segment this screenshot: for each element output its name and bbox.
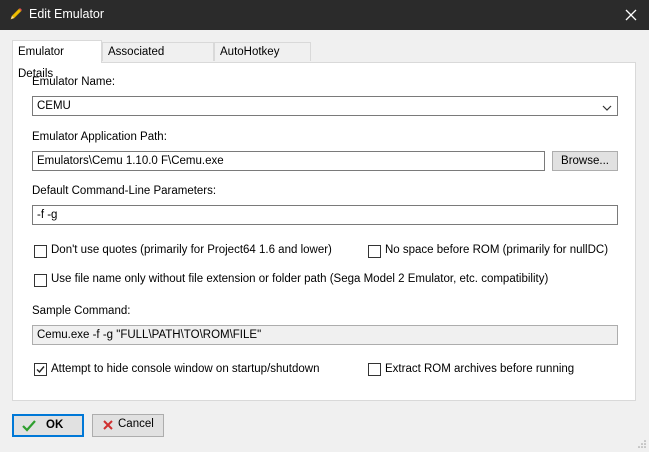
- emulator-name-value: CEMU: [37, 100, 71, 112]
- title-bar: Edit Emulator: [0, 0, 649, 30]
- browse-button-label: Browse...: [561, 155, 609, 167]
- chevron-down-icon[interactable]: [602, 101, 612, 111]
- sample-command-value: Cemu.exe -f -g "FULL\PATH\TO\ROM\FILE": [37, 329, 262, 341]
- params-input[interactable]: -f -g: [32, 205, 618, 225]
- hide-console-label: Attempt to hide console window on startu…: [51, 363, 320, 375]
- extract-rom-checkbox[interactable]: [368, 363, 381, 376]
- sample-command-field: Cemu.exe -f -g "FULL\PATH\TO\ROM\FILE": [32, 325, 618, 345]
- close-icon[interactable]: [621, 5, 641, 25]
- browse-button[interactable]: Browse...: [552, 151, 618, 171]
- file-name-only-checkbox[interactable]: [34, 274, 47, 287]
- app-path-value: Emulators\Cemu 1.10.0 F\Cemu.exe: [37, 155, 224, 167]
- cancel-button[interactable]: Cancel: [92, 414, 164, 437]
- params-label: Default Command-Line Parameters:: [32, 185, 217, 197]
- tab-emulator-details[interactable]: Emulator Details: [12, 40, 102, 80]
- sample-command-label: Sample Command:: [32, 305, 131, 317]
- app-path-input[interactable]: Emulators\Cemu 1.10.0 F\Cemu.exe: [32, 151, 545, 171]
- x-icon: [102, 419, 114, 434]
- checkmark-icon: [22, 420, 36, 435]
- no-quotes-label: Don't use quotes (primarily for Project6…: [51, 244, 332, 256]
- resize-grip-icon[interactable]: [637, 439, 647, 449]
- app-path-label: Emulator Application Path:: [32, 131, 167, 143]
- emulator-name-combobox[interactable]: CEMU: [32, 96, 618, 116]
- window-title: Edit Emulator: [29, 7, 105, 21]
- tab-autohotkey-script[interactable]: AutoHotkey Script: [214, 42, 311, 77]
- ok-button[interactable]: OK: [12, 414, 84, 437]
- params-value: -f -g: [37, 209, 58, 221]
- no-space-label: No space before ROM (primarily for nullD…: [385, 244, 609, 256]
- ok-button-label: OK: [46, 419, 64, 431]
- extract-rom-label: Extract ROM archives before running: [385, 363, 575, 375]
- pencil-icon: [9, 7, 23, 21]
- cancel-button-label: Cancel: [118, 418, 154, 430]
- file-name-only-label: Use file name only without file extensio…: [51, 273, 549, 285]
- no-quotes-checkbox[interactable]: [34, 245, 47, 258]
- hide-console-checkbox[interactable]: [34, 363, 47, 376]
- no-space-checkbox[interactable]: [368, 245, 381, 258]
- checkmark-icon: [36, 366, 45, 374]
- tab-associated-platforms[interactable]: Associated Platforms: [102, 42, 214, 77]
